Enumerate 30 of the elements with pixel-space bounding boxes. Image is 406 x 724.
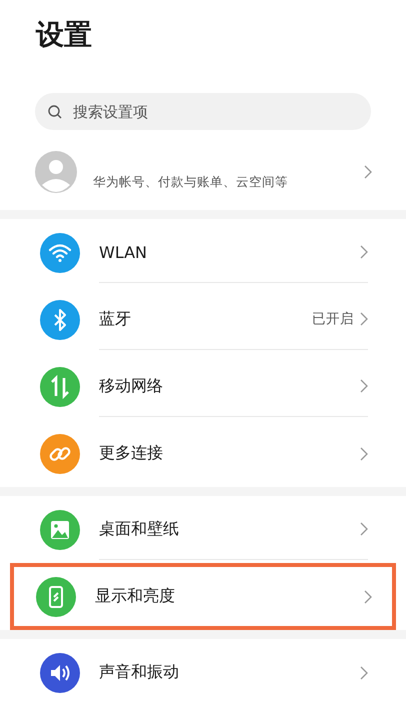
item-label: 移动网络 [99, 376, 164, 396]
settings-item[interactable]: 移动网络 [0, 353, 406, 420]
chevron-icon [364, 590, 372, 604]
chevron-icon [360, 379, 368, 393]
settings-item[interactable]: 蓝牙 已开启 [0, 286, 406, 353]
avatar-icon [35, 151, 77, 193]
account-row[interactable]: 华为帐号、付款与账单、云空间等 [0, 134, 406, 210]
search-icon [47, 104, 63, 120]
chevron-icon [364, 165, 372, 179]
item-label: WLAN [99, 242, 148, 262]
chevron-icon [360, 312, 368, 326]
settings-item[interactable]: 桌面和壁纸 [0, 496, 406, 563]
chevron-icon [360, 446, 368, 460]
search-field[interactable]: 搜索设置项 [35, 93, 371, 130]
settings-item[interactable]: WLAN [0, 219, 406, 286]
item-label: 显示和亮度 [95, 586, 176, 607]
page-title: 设置 [34, 17, 93, 53]
chevron-icon [360, 666, 368, 680]
item-label: 桌面和壁纸 [99, 518, 180, 540]
search-input[interactable]: 搜索设置项 [71, 102, 359, 122]
item-status: 已开启 [312, 310, 354, 328]
item-label: 声音和振动 [99, 662, 180, 683]
item-label: 更多连接 [99, 443, 164, 464]
chevron-icon [360, 245, 368, 259]
settings-item[interactable]: 显示和亮度 [10, 563, 396, 630]
settings-item[interactable]: 更多连接 [0, 420, 406, 487]
chevron-icon [360, 522, 368, 536]
settings-item[interactable]: 声音和振动 [0, 639, 406, 706]
account-subtitle: 华为帐号、付款与账单、云空间等 [93, 174, 289, 190]
item-label: 蓝牙 [99, 308, 132, 330]
